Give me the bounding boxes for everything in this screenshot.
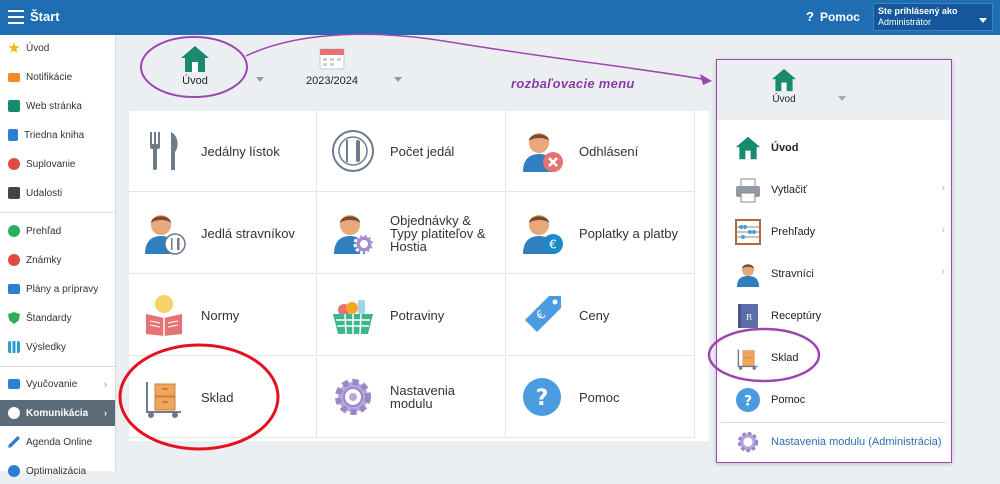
purple-ellipse-sklad — [707, 327, 821, 383]
arrow-head-icon — [700, 74, 712, 85]
red-ellipse-sklad — [118, 343, 280, 451]
purple-ellipse-home — [140, 36, 248, 98]
annotation-arrow — [245, 33, 709, 81]
annotation-overlay — [118, 33, 821, 451]
